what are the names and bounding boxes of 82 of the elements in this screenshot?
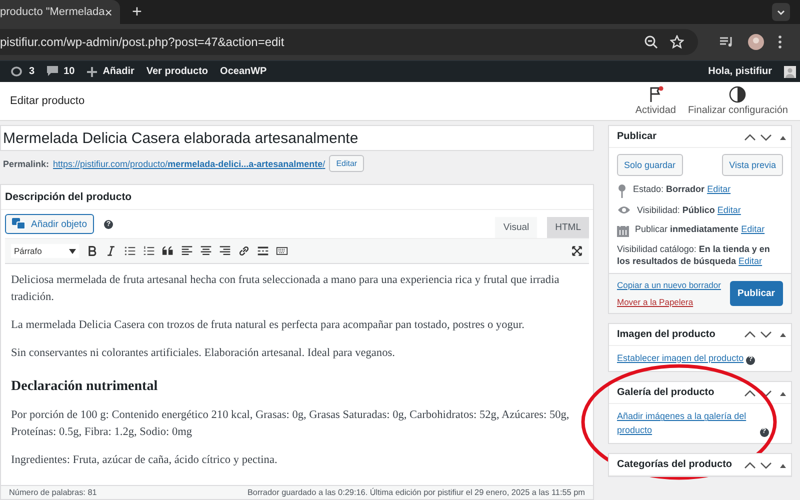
preview-button[interactable]: Vista previa (722, 154, 783, 176)
panel-title: Galería del producto (617, 387, 714, 398)
new-tab-button[interactable]: + (132, 2, 142, 22)
new-menu-link[interactable]: Añadir (102, 66, 134, 77)
copy-draft-link[interactable]: Copiar a un nuevo borrador (617, 280, 721, 290)
comments-count[interactable]: 10 (64, 66, 75, 77)
permalink-link[interactable]: https://pistifiur.com/producto/mermelada-delici...a-artesanalmente/ (53, 158, 326, 168)
trash-link[interactable]: Mover a la Papelera (617, 296, 721, 307)
calendar-icon (617, 224, 629, 237)
chevron-down-icon[interactable] (772, 3, 790, 21)
tab-title: producto "Mermelada (0, 6, 105, 18)
editor-tab[interactable]: Visual (495, 217, 538, 238)
italic-icon[interactable] (105, 245, 117, 257)
panel-arrows-icon[interactable] (744, 388, 786, 397)
plus-icon[interactable] (86, 66, 97, 76)
panel-title: Categorías del producto (617, 459, 732, 470)
publish-button[interactable]: Publicar (730, 280, 783, 306)
editor-title: Descripción del producto (5, 191, 132, 203)
fullscreen-icon[interactable] (571, 245, 583, 257)
content-paragraph: La mermelada Delicia Casera con trozos de fruta natural es perfecta para acompañar pan tostado, postres o yogur. (11, 318, 526, 333)
bullet-list-icon[interactable] (124, 245, 136, 257)
quote-icon[interactable] (162, 245, 174, 257)
more-options-icon[interactable] (778, 35, 782, 49)
greeting-link[interactable]: Hola, pistifiur (708, 66, 772, 77)
edit-link[interactable]: Editar (741, 224, 765, 234)
content-paragraph: Ingredientes: Fruta, azúcar de caña, ácido cítrico y pectina. (11, 452, 278, 468)
star-icon[interactable] (670, 35, 684, 49)
zoom-out-icon[interactable] (644, 35, 658, 49)
comment-icon[interactable] (46, 66, 58, 77)
edit-link[interactable]: Editar (707, 184, 731, 194)
save-status: Borrador guardado a las 0:29:16. Última edición por pistifiur el 29 enero, 2025 a las 11:55 pm (247, 488, 585, 497)
permalink-label: Permalink: (3, 158, 50, 168)
content-paragraph: Sin conservantes ni colorantes artificiales. Elaboración artesanal. Ideal para veganos. (11, 346, 396, 361)
updates-count[interactable]: 3 (29, 66, 35, 77)
word-count: Número de palabras: 81 (9, 488, 97, 497)
panel-title: Imagen del producto (617, 328, 716, 340)
numbered-list-icon[interactable] (143, 245, 155, 257)
half-circle-icon (729, 86, 746, 103)
panel-link[interactable]: Establecer imagen del producto (617, 352, 744, 366)
avatar-icon[interactable] (748, 34, 764, 50)
publish-setting: Visibilidad catálogo: En la tienda y en los resultados de búsqueda Editar (617, 242, 771, 268)
address-bar[interactable]: pistifiur.com/wp-admin/post.php?post=47&action=edit (0, 29, 698, 55)
panel-arrows-icon[interactable] (744, 132, 786, 140)
admin-bar-link[interactable]: OceanWP (220, 66, 267, 77)
eye-icon (617, 205, 631, 215)
format-dropdown[interactable]: Párrafo (11, 244, 79, 258)
editor-tab[interactable]: HTML (547, 217, 589, 238)
panel-arrows-icon[interactable] (744, 460, 786, 469)
edit-link[interactable]: Editar (717, 205, 741, 215)
publish-setting: Estado: Borrador Editar (633, 183, 732, 196)
header-action[interactable]: Actividad (629, 86, 682, 116)
media-icon (12, 218, 26, 230)
align-left-icon[interactable] (181, 245, 193, 257)
save-draft-button[interactable]: Solo guardar (617, 154, 683, 176)
bold-icon[interactable] (86, 245, 98, 257)
read-more-icon[interactable] (257, 245, 269, 257)
panel-arrows-icon[interactable] (744, 330, 786, 338)
pin-icon (617, 184, 627, 198)
publish-setting: Visibilidad: Público Editar (637, 204, 742, 217)
align-center-icon[interactable] (200, 245, 212, 257)
panel-link[interactable]: Añadir imágenes a la galería del producto (617, 410, 757, 438)
close-tab-button[interactable]: × (104, 4, 112, 20)
flag-icon (648, 86, 664, 103)
content-paragraph: Deliciosa mermelada de fruta artesanal hecha con fruta seleccionada a mano para una experiencia rica y frutal que irradia tradición. (11, 273, 560, 305)
media-control-icon[interactable] (720, 36, 734, 48)
admin-bar-link[interactable]: Ver producto (146, 66, 208, 77)
content-heading: Declaración nutrimental (11, 378, 159, 396)
publish-setting: Publicar inmediatamente Editar (635, 222, 766, 236)
header-action[interactable]: Finalizar configuración (682, 86, 794, 116)
edit-permalink-button[interactable]: Editar (329, 155, 364, 172)
link-icon[interactable] (238, 245, 250, 257)
panel-title: Publicar (617, 131, 656, 142)
add-media-button[interactable]: Añadir objeto (5, 214, 94, 234)
edit-link[interactable]: Editar (738, 256, 762, 266)
title-field[interactable]: Mermelada Delicia Casera elaborada artesanalmente (0, 125, 594, 151)
content-paragraph: Por porción de 100 g: Contenido energético 210 kcal, Grasas: 0g, Grasas Saturadas: 0g, Carbohidratos: 52g, Azúcares: 50g, Proteínas: 0.5g, Fibra: 1.2g, Sodio: 0mg (11, 408, 570, 440)
browser-tab[interactable]: producto "Mermelada× (0, 0, 120, 24)
caret-icon (69, 248, 76, 254)
keyboard-icon[interactable] (276, 245, 288, 257)
page-title: Editar producto (10, 95, 85, 107)
user-avatar-icon[interactable] (784, 66, 796, 78)
align-right-icon[interactable] (219, 245, 231, 257)
